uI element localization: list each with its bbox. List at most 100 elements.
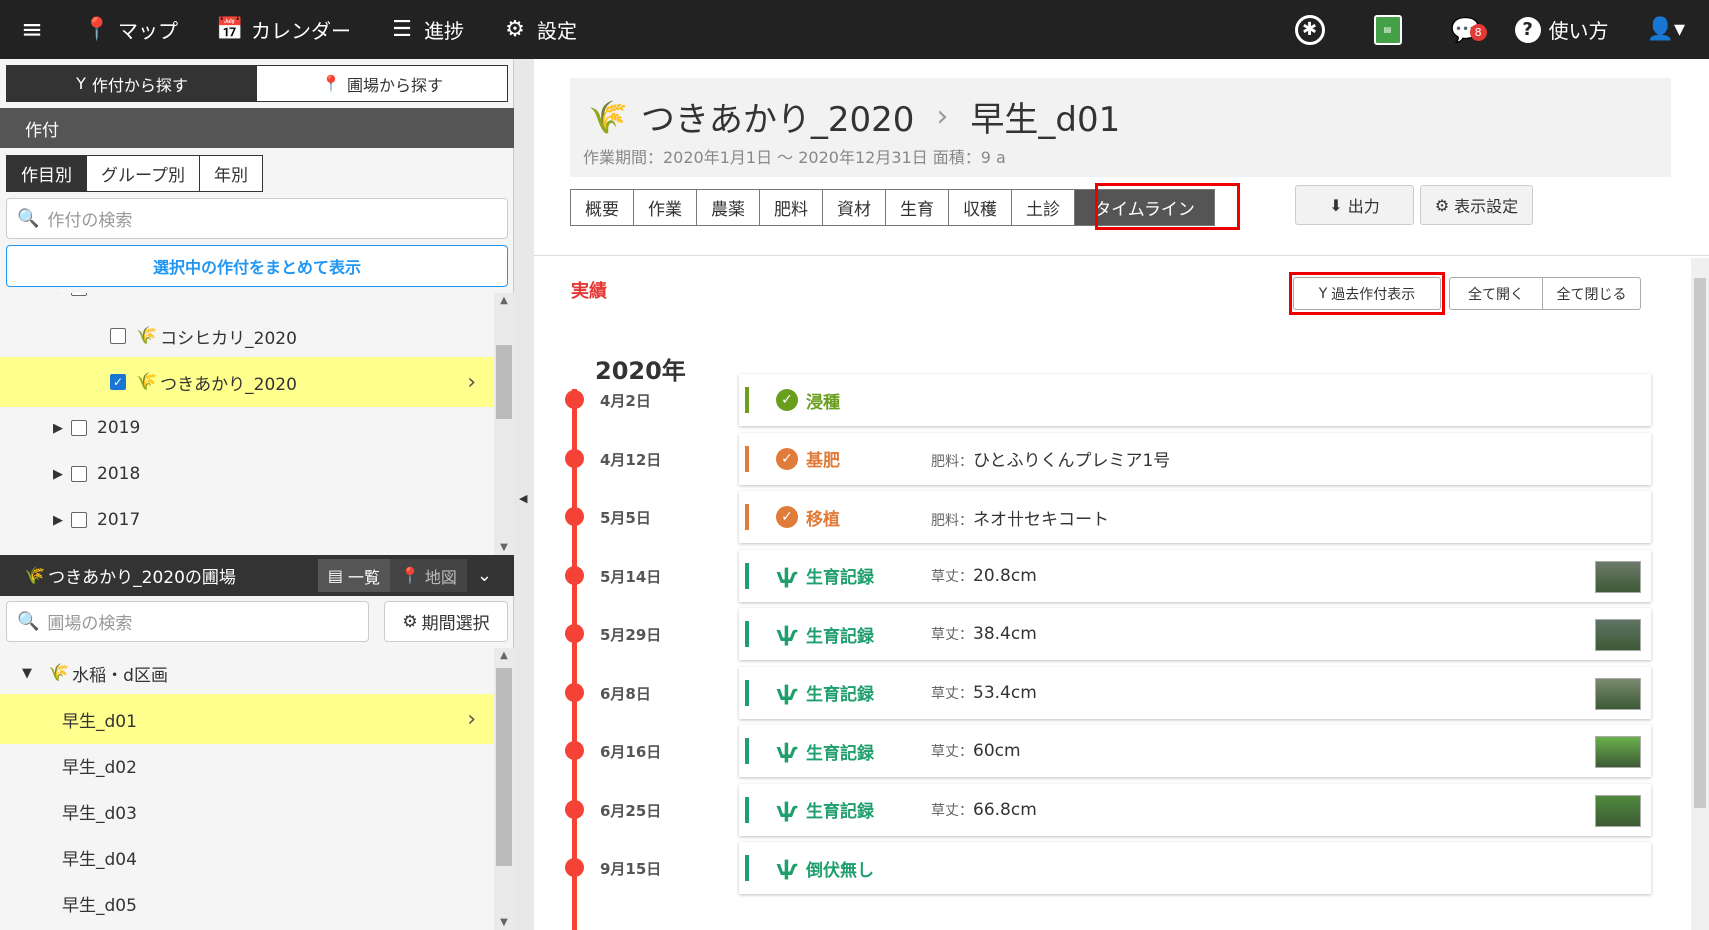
book-icon[interactable]: ▤ xyxy=(1349,14,1427,45)
timeline-label: 倒伏無し xyxy=(806,860,874,881)
timeline-card-accent xyxy=(745,738,749,764)
nav-item-gear[interactable]: ⚙ 設定 xyxy=(483,0,596,59)
page-header: 🌾 つきあかり_2020 › 早生_d01 作業期間：2020年1月1日 〜 2… xyxy=(570,78,1671,177)
timeline-date: 9月15日 xyxy=(600,860,662,878)
notification-icon[interactable]: 💬 8 xyxy=(1427,16,1505,44)
field-item-selected[interactable]: 早生_d01 › xyxy=(0,694,494,744)
field-title: 早生_d01 xyxy=(970,100,1121,140)
timeline-card[interactable]: ✓ 移植 肥料：ネオ卄セキコート xyxy=(739,491,1651,543)
timeline-card-accent xyxy=(745,855,749,881)
main-scrollbar[interactable] xyxy=(1691,258,1709,930)
mode-by-crop[interactable]: Y 作付から探す xyxy=(7,66,257,101)
timeline-detail: 肥料：ネオ卄セキコート xyxy=(931,509,1109,530)
crop-tree-scrollbar[interactable]: ▲ ▼ xyxy=(494,293,514,555)
field-search-input[interactable]: 🔍 圃場の検索 xyxy=(6,601,369,642)
field-tree-scrollbar[interactable]: ▲ ▼ xyxy=(494,648,514,930)
menu-toggle-icon[interactable]: ≡ xyxy=(0,0,64,59)
mode-by-field[interactable]: 📍 圃場から探す xyxy=(257,66,507,101)
tab-by-group[interactable]: グループ別 xyxy=(87,156,200,191)
timeline-card[interactable]: ѱ 生育記録 草丈：66.8cm xyxy=(739,783,1651,836)
crop-tree: ▼−2020 🌾 コシヒカリ_2020 ✓ 🌾 つきあかり_2020 › ▶20… xyxy=(0,293,494,555)
tab-harvest[interactable]: 収穫 xyxy=(949,190,1012,225)
timeline-card-accent xyxy=(745,562,749,589)
asterisk-icon[interactable]: ✱ xyxy=(1271,14,1349,45)
expand-triangle-icon: ▶ xyxy=(53,420,63,436)
timeline-card[interactable]: ✓ 浸種 xyxy=(739,374,1651,426)
nav-right: ✱ ▤ 💬 8 ? 使い方 👤▾ xyxy=(1271,0,1709,59)
nav-item-calendar[interactable]: 📅 カレンダー xyxy=(197,0,370,59)
nav-item-map-pin[interactable]: 📍 マップ xyxy=(64,0,197,59)
growth-photo-thumbnail[interactable] xyxy=(1595,619,1641,651)
growth-photo-thumbnail[interactable] xyxy=(1595,794,1641,827)
field-item[interactable]: 早生_d03 xyxy=(0,786,494,836)
growth-photo-thumbnail[interactable] xyxy=(1595,560,1641,593)
user-menu-icon[interactable]: 👤▾ xyxy=(1637,17,1709,42)
tree-year-2017[interactable]: ▶ 2017 xyxy=(0,495,494,545)
tab-work[interactable]: 作業 xyxy=(634,190,697,225)
divider xyxy=(534,255,1709,256)
tree-year-2020[interactable]: ▼−2020 xyxy=(0,293,494,303)
output-button[interactable]: ⬇ 出力 xyxy=(1295,185,1414,225)
growth-photo-thumbnail[interactable] xyxy=(1595,736,1641,768)
tab-soil[interactable]: 土診 xyxy=(1012,190,1075,225)
timeline-dot xyxy=(565,858,584,877)
nav-label: マップ xyxy=(118,19,178,43)
collapse-left-icon: ◀ xyxy=(519,492,528,505)
timeline-card[interactable]: ✓ 基肥 肥料：ひとふりくんプレミア1号 xyxy=(739,432,1651,485)
tree-year-2018[interactable]: ▶ 2018 xyxy=(0,449,494,499)
main-content: 🌾 つきあかり_2020 › 早生_d01 作業期間：2020年1月1日 〜 2… xyxy=(534,59,1709,930)
field-group-row[interactable]: ▼ 🌾 水稲・d区画 xyxy=(0,648,494,698)
tree-crop-koshihikari[interactable]: 🌾 コシヒカリ_2020 xyxy=(0,311,494,361)
checkbox-checked[interactable]: ✓ xyxy=(110,374,126,390)
timeline-card-accent xyxy=(745,621,749,647)
sidebar-collapse-handle[interactable]: ◀ xyxy=(514,59,534,930)
field-item[interactable]: 早生_d05 xyxy=(0,878,494,928)
timeline-card[interactable]: ѱ 生育記録 草丈：53.4cm xyxy=(739,666,1651,719)
help-link[interactable]: ? 使い方 xyxy=(1505,15,1637,44)
list-view-button[interactable]: ▤ 一覧 xyxy=(317,559,390,592)
display-settings-button[interactable]: ⚙ 表示設定 xyxy=(1420,185,1533,225)
tab-fertilizer[interactable]: 肥料 xyxy=(760,190,823,225)
timeline-card[interactable]: ѱ 倒伏無し xyxy=(739,842,1651,894)
tab-by-crop-type[interactable]: 作目別 xyxy=(7,156,87,191)
growth-photo-thumbnail[interactable] xyxy=(1595,677,1641,710)
timeline-detail: 肥料：ひとふりくんプレミア1号 xyxy=(931,451,1171,471)
crop-search-input[interactable]: 🔍 作付の検索 xyxy=(6,198,508,239)
period-select-button[interactable]: ⚙ 期間選択 xyxy=(384,601,508,642)
timeline-card[interactable]: ѱ 生育記録 草丈：60cm xyxy=(739,725,1651,777)
timeline-card[interactable]: ѱ 生育記録 草丈：38.4cm xyxy=(739,608,1651,660)
checkbox[interactable] xyxy=(110,328,126,344)
help-label: 使い方 xyxy=(1548,19,1609,43)
field-item[interactable]: 早生_d02 xyxy=(0,740,494,790)
sprout-icon: Y xyxy=(76,74,86,93)
tree-crop-tsukiakari[interactable]: ✓ 🌾 つきあかり_2020 › xyxy=(0,357,494,407)
calendar-icon: 📅 xyxy=(216,17,244,42)
field-item[interactable]: 早生_d04 xyxy=(0,832,494,882)
tab-overview[interactable]: 概要 xyxy=(571,190,634,225)
tab-pesticide[interactable]: 農薬 xyxy=(697,190,760,225)
timeline-detail: 草丈：53.4cm xyxy=(931,682,1037,703)
timeline-entry: 6月8日 ѱ 生育記録 草丈：53.4cm xyxy=(534,666,1651,719)
timeline-entry: 6月25日 ѱ 生育記録 草丈：66.8cm xyxy=(534,783,1651,836)
timeline-dot xyxy=(565,682,584,702)
expand-all-button[interactable]: 全て開く xyxy=(1449,277,1543,310)
timeline-label: 生育記録 xyxy=(806,626,874,647)
growth-icon: ѱ xyxy=(776,739,798,763)
timeline-dot xyxy=(565,390,584,409)
nav-item-progress-list[interactable]: ☰ 進捗 xyxy=(370,0,483,59)
timeline-entry: 4月2日 ✓ 浸種 xyxy=(534,374,1651,426)
tab-growth[interactable]: 生育 xyxy=(886,190,949,225)
check-circle-icon: ✓ xyxy=(776,389,798,411)
tree-year-2019[interactable]: ▶ 2019 xyxy=(0,403,494,453)
bulk-display-button[interactable]: 選択中の作付をまとめて表示 xyxy=(6,245,508,287)
nav-label: 設定 xyxy=(537,19,577,43)
map-view-button[interactable]: 📍 地図 xyxy=(389,559,467,592)
timeline-label: 生育記録 xyxy=(806,685,874,705)
collapse-all-button[interactable]: 全て閉じる xyxy=(1542,277,1641,310)
timeline-label: 生育記録 xyxy=(806,743,874,764)
chevron-right-icon: › xyxy=(467,706,476,732)
chevron-down-icon[interactable]: ⌄ xyxy=(467,559,502,592)
tab-materials[interactable]: 資材 xyxy=(823,190,886,225)
timeline-card[interactable]: ѱ 生育記録 草丈：20.8cm xyxy=(739,549,1651,602)
tab-by-year[interactable]: 年別 xyxy=(199,156,262,191)
